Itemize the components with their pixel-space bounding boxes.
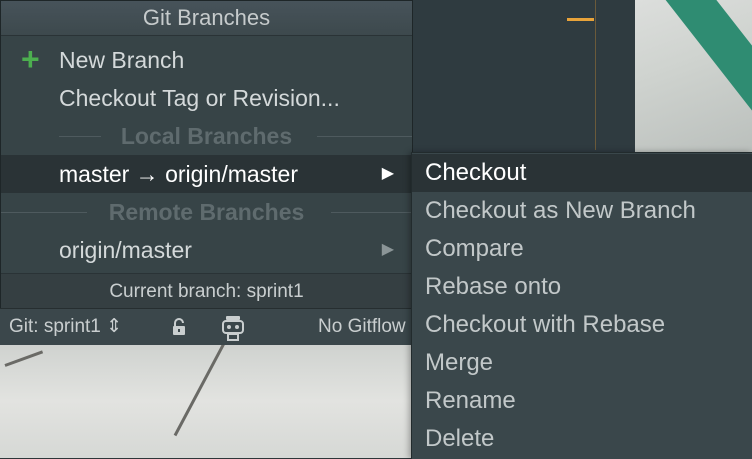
- menu-item-delete[interactable]: Delete: [412, 420, 752, 458]
- menu-item-label: Checkout with Rebase: [425, 311, 666, 338]
- wallpaper-twig: [4, 350, 44, 367]
- menu-item-merge[interactable]: Merge: [412, 344, 752, 382]
- new-branch-item[interactable]: + New Branch: [1, 41, 412, 79]
- submenu-arrow-icon: ▶: [381, 241, 394, 258]
- editor-background: [413, 0, 635, 160]
- status-bar: Git: sprint1 ⇕ No Gitflow: [0, 308, 413, 345]
- submenu-arrow-icon: ▶: [381, 165, 394, 182]
- current-branch-footer: Current branch: sprint1: [1, 273, 412, 310]
- menu-item-checkout-as-new-branch[interactable]: Checkout as New Branch: [412, 192, 752, 230]
- branch-label-origin-master: origin/master: [59, 237, 192, 263]
- menu-item-compare[interactable]: Compare: [412, 230, 752, 268]
- remote-branches-label: Remote Branches: [108, 199, 305, 225]
- branch-actions-submenu: Checkout Checkout as New Branch Compare …: [411, 152, 752, 459]
- menu-item-checkout[interactable]: Checkout: [412, 154, 752, 192]
- menu-item-label: Rebase onto: [425, 273, 562, 300]
- git-branches-popup: Git Branches + New Branch Checkout Tag o…: [0, 0, 413, 310]
- editor-marker: [567, 18, 594, 21]
- editor-margin-line: [595, 0, 596, 150]
- menu-item-checkout-with-rebase[interactable]: Checkout with Rebase: [412, 306, 752, 344]
- menu-item-rename[interactable]: Rename: [412, 382, 752, 420]
- menu-item-rebase-onto[interactable]: Rebase onto: [412, 268, 752, 306]
- desktop-wallpaper-bottom: [0, 328, 413, 458]
- checkout-tag-item[interactable]: Checkout Tag or Revision...: [1, 79, 412, 117]
- plus-icon: +: [21, 41, 40, 77]
- new-branch-label: New Branch: [59, 47, 185, 73]
- menu-item-label: Delete: [425, 425, 495, 452]
- menu-item-label: Compare: [425, 235, 524, 262]
- remote-branches-header: Remote Branches: [1, 193, 412, 231]
- checkout-tag-label: Checkout Tag or Revision...: [59, 85, 340, 111]
- branch-item-master[interactable]: master → origin/master ▶: [1, 155, 412, 193]
- menu-item-label: Checkout as New Branch: [425, 197, 696, 224]
- menu-item-label: Checkout: [425, 159, 527, 186]
- git-branch-widget[interactable]: Git: sprint1 ⇕: [9, 309, 122, 345]
- local-branches-header: Local Branches: [1, 117, 412, 155]
- menu-item-label: Merge: [425, 349, 494, 376]
- lock-icon[interactable]: [170, 318, 188, 336]
- robot-icon[interactable]: [220, 314, 246, 342]
- menu-item-label: Rename: [425, 387, 516, 414]
- branch-item-origin-master[interactable]: origin/master ▶: [1, 231, 412, 269]
- gitflow-status[interactable]: No Gitflow: [318, 309, 406, 345]
- popup-title: Git Branches: [1, 1, 412, 36]
- branch-label-master: master → origin/master: [59, 161, 299, 187]
- local-branches-label: Local Branches: [120, 123, 293, 149]
